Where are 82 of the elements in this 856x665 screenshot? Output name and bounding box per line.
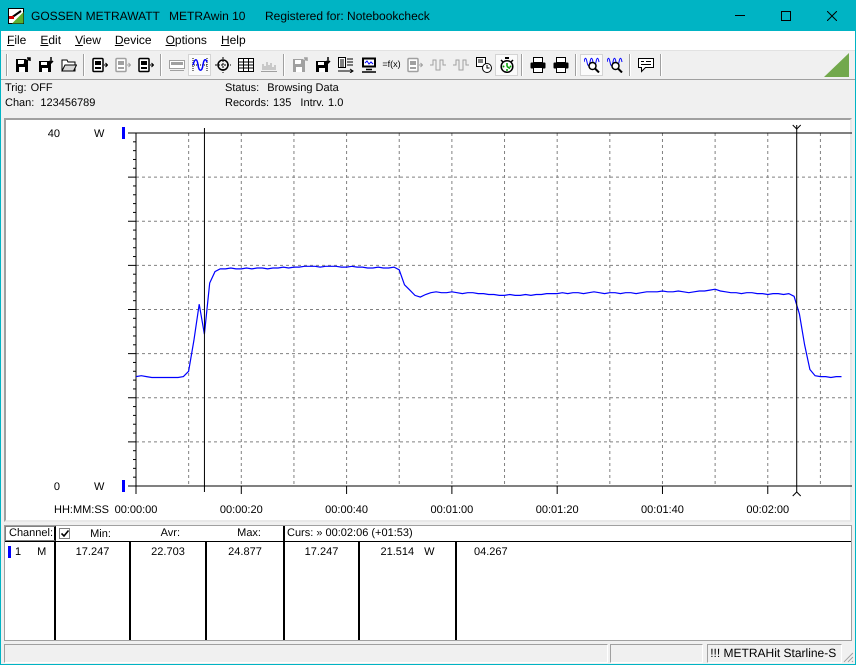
waveform-icon [192,57,208,73]
table-cell: 24.877 [228,546,262,558]
registration-text: Registered for: Notebookcheck [265,8,430,24]
column-header: Curs: » 00:02:06 (+01:53) [286,526,413,541]
info-label: Intrv. [300,96,324,111]
stopwatch-icon [498,57,514,73]
display-icon [168,57,184,73]
table-cell: 22.703 [151,546,185,558]
table-cell: 17.247 [76,546,110,558]
check-icon [60,530,68,537]
channel-number: 1 [15,546,22,558]
crosshair-icon [214,57,230,73]
app-logo-icon [8,8,24,24]
device-arrow-icon [138,57,154,73]
column-header: Avr: [160,526,181,541]
list-arrow-icon [338,57,354,73]
close-icon [827,10,837,20]
column-header: Min: [89,526,112,540]
maximize-icon [781,10,791,20]
toolbar-button[interactable] [580,54,603,76]
printer-icon [552,57,568,73]
channel-mode: M [37,546,46,558]
unit-label: W [94,481,104,493]
square-wave-icon [430,57,446,73]
menu-item[interactable]: Options [160,32,213,49]
info-label: Trig: [5,81,27,96]
triangle-icon [824,53,849,77]
clock-icon [476,57,492,73]
speech-bubble-icon [638,57,654,73]
y-tick-label: 0 [54,481,60,493]
device-arrow-icon [406,57,422,73]
x-tick-label: 00:00:00 [114,504,158,516]
device-arrow-icon [92,57,108,73]
zoom-wave-icon [606,57,622,73]
table-icon [238,57,254,73]
info-value: 1.0 [328,96,344,111]
info-label: Records: [225,96,270,111]
unit-label: W [424,546,435,558]
info-label: Chan: [5,96,34,111]
app-name: METRAwin 10 [169,8,246,24]
resize-grip-icon [842,651,854,663]
cursor-line[interactable] [792,124,802,496]
x-tick-label: 00:00:20 [220,504,263,516]
unit-label: W [94,128,104,140]
info-value: Browsing Data [267,81,339,96]
status-message: !!! METRAHit Starline-S [707,644,842,662]
column-header: Channel: [5,526,56,541]
info-value: 123456789 [40,96,96,111]
monitor-icon [360,57,376,73]
table-cell: 21.514 [380,546,414,558]
column-header: Max: [207,526,285,541]
folder-icon [60,57,76,73]
zoom-wave-icon [584,57,600,73]
x-tick-label: 00:01:40 [641,504,684,516]
menu-item[interactable]: File [1,32,32,49]
checkbox[interactable] [59,528,70,539]
x-tick-label: 00:01:00 [430,504,474,516]
x-tick-label: 00:00:40 [325,504,368,516]
menu-item[interactable]: View [69,32,107,49]
x-tick-label: 00:01:20 [536,504,579,516]
window-title: GOSSEN METRAWATT [31,8,161,24]
square-wave-icon [452,57,468,73]
function-button[interactable]: =f(x) [380,54,403,76]
toolbar-button[interactable] [495,54,518,76]
table-cell: 04.267 [474,546,508,558]
minimize-icon [735,15,745,16]
floppy-arrow-icon [38,57,54,73]
menu-item[interactable]: Help [214,32,252,49]
menu-item[interactable]: Edit [34,32,68,49]
toolbar-button[interactable] [188,54,211,76]
y-tick-label: 40 [48,128,60,140]
x-axis-label: HH:MM:SS [54,504,109,516]
floppy-arrow-icon [314,57,330,73]
printer-icon [530,57,546,73]
info-value: OFF [30,81,53,96]
cursor-line[interactable] [204,128,205,492]
info-label: Status: [225,81,260,96]
table-cell: 17.247 [304,546,338,558]
device-arrow-icon [114,57,130,73]
x-tick-label: 00:02:00 [746,504,790,516]
info-value: 135 [273,96,292,111]
menu-item[interactable]: Device [108,32,158,49]
